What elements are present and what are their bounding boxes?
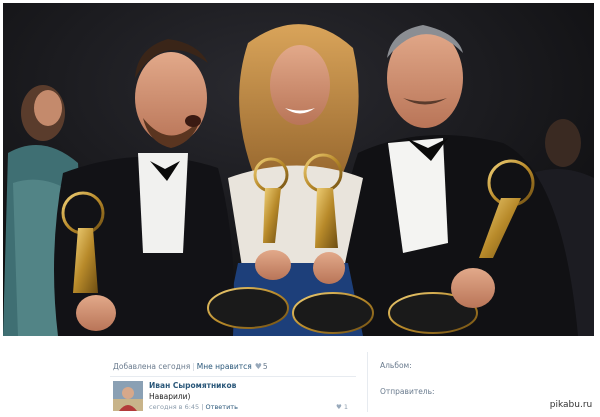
comment-meta: сегодня в 6:45 | Ответить (149, 403, 238, 411)
watermark: pikabu.ru (546, 398, 596, 412)
heart-icon[interactable]: ♥ (255, 362, 262, 371)
album-label: Альбом: (380, 361, 412, 370)
divider (110, 376, 356, 377)
separator: | (192, 362, 195, 371)
added-date: Добавлена сегодня (113, 362, 191, 371)
separator: | (201, 403, 204, 411)
comment-time: сегодня в 6:45 (149, 403, 200, 411)
post-photo[interactable] (3, 3, 594, 336)
divider-vertical (367, 352, 368, 412)
reply-button[interactable]: Ответить (206, 403, 238, 411)
avatar-image (113, 381, 143, 411)
comment-author[interactable]: Иван Сыромятников (149, 381, 236, 390)
sender-label: Отправитель: (380, 387, 435, 396)
like-button[interactable]: Мне нравится (197, 362, 252, 371)
photo-illustration (3, 3, 594, 336)
avatar[interactable] (113, 381, 143, 411)
post-meta-bar: Добавлена сегодня | Мне нравится ♥5 (113, 362, 357, 371)
comment-text: Наварили) (149, 392, 191, 401)
comment-like-count: 1 (343, 403, 349, 411)
heart-icon[interactable]: ♥ (336, 403, 342, 411)
comment-like[interactable]: ♥ 1 (336, 403, 348, 411)
like-count: 5 (262, 362, 268, 371)
